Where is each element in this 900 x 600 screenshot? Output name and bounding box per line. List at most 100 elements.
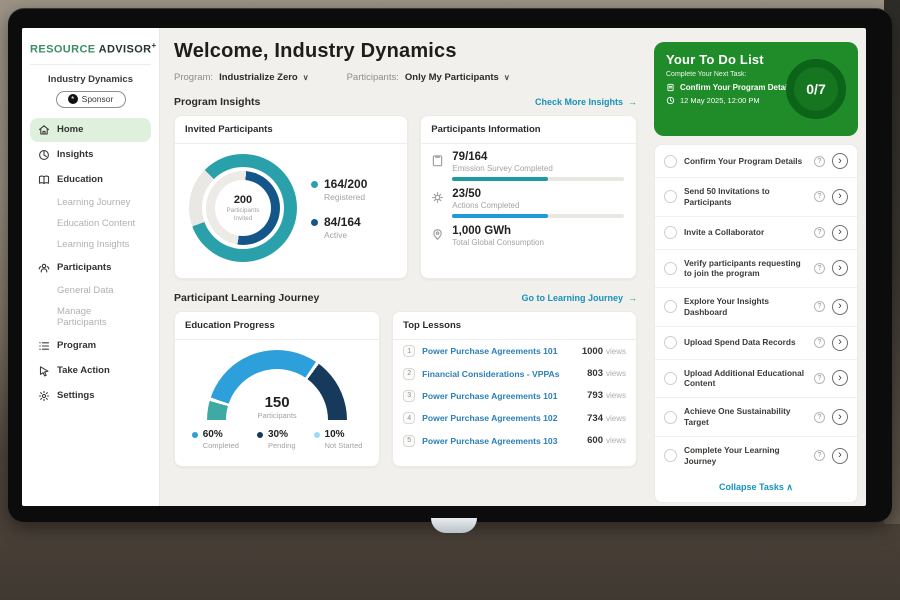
sponsor-badge[interactable]: * Sponsor	[56, 91, 126, 108]
learning-journey-heading: Participant Learning Journey	[174, 292, 319, 304]
clock-icon	[666, 96, 675, 105]
background-desk	[0, 524, 900, 600]
legend-dot	[192, 432, 198, 438]
legend-active: 84/164Active	[311, 215, 367, 240]
logo-plus: +	[152, 41, 157, 50]
list-icon	[38, 340, 50, 352]
help-icon[interactable]: ?	[814, 301, 825, 312]
task-row[interactable]: Verify participants requesting to join t…	[655, 250, 857, 289]
task-list: Confirm Your Program Details ? › Send 50…	[654, 144, 858, 503]
chevron-right-button[interactable]: ›	[832, 335, 848, 351]
lesson-link[interactable]: Financial Considerations - VPPAs	[422, 369, 580, 379]
task-row[interactable]: Achieve One Sustainability Target ? ›	[655, 398, 857, 437]
home-icon	[38, 124, 50, 136]
chevron-down-icon: ∨	[504, 73, 510, 82]
sidebar-item-insights[interactable]: Insights	[30, 143, 151, 167]
org-name: Industry Dynamics	[30, 74, 151, 85]
lesson-link[interactable]: Power Purchase Agreements 101	[422, 391, 580, 401]
help-icon[interactable]: ?	[814, 263, 825, 274]
sidebar-item-learning-insights[interactable]: Learning Insights	[30, 235, 151, 255]
lesson-row: 5 Power Purchase Agreements 103 600views	[393, 430, 636, 452]
task-row[interactable]: Send 50 Invitations to Participants ? ›	[655, 178, 857, 217]
sidebar-item-education[interactable]: Education	[30, 168, 151, 192]
task-row[interactable]: Invite a Collaborator ? ›	[655, 217, 857, 250]
chevron-right-button[interactable]: ›	[832, 409, 848, 425]
program-insights-heading: Program Insights	[174, 96, 260, 108]
lesson-link[interactable]: Power Purchase Agreements 101	[422, 346, 575, 356]
sidebar-item-learning-journey[interactable]: Learning Journey	[30, 193, 151, 213]
sidebar-item-education-content[interactable]: Education Content	[30, 214, 151, 234]
monitor-screen: RESOURCE ADVISOR+ Industry Dynamics * Sp…	[22, 28, 866, 506]
progress-bar	[452, 177, 624, 181]
task-row[interactable]: Confirm Your Program Details ? ›	[655, 145, 857, 178]
stat-emission-survey: 79/164 Emission Survey Completed	[431, 151, 624, 181]
go-to-learning-journey-link[interactable]: Go to Learning Journey →	[521, 293, 637, 303]
lesson-rank: 4	[403, 412, 415, 424]
chevron-right-button[interactable]: ›	[832, 225, 848, 241]
education-progress-title: Education Progress	[175, 312, 379, 340]
legend-dot	[257, 432, 263, 438]
lesson-row: 2 Financial Considerations - VPPAs 803vi…	[393, 362, 636, 384]
participants-information-title: Participants Information	[421, 116, 636, 144]
help-icon[interactable]: ?	[814, 450, 825, 461]
chevron-right-button[interactable]: ›	[832, 370, 848, 386]
chevron-right-button[interactable]: ›	[832, 153, 848, 169]
legend-dot	[311, 219, 318, 226]
task-row[interactable]: Complete Your Learning Journey ? ›	[655, 437, 857, 475]
lesson-link[interactable]: Power Purchase Agreements 102	[422, 413, 580, 423]
chevron-right-button[interactable]: ›	[832, 260, 848, 276]
invited-donut-chart: 200 Participants Invited	[189, 154, 297, 262]
chevron-right-button[interactable]: ›	[832, 448, 848, 464]
program-select[interactable]: Industrialize Zero ∨	[219, 72, 309, 83]
sidebar-item-settings[interactable]: Settings	[30, 384, 151, 408]
help-icon[interactable]: ?	[814, 156, 825, 167]
sidebar-item-home[interactable]: Home	[30, 118, 151, 142]
task-checkbox[interactable]	[664, 411, 677, 424]
task-checkbox[interactable]	[664, 262, 677, 275]
education-progress-card: Education Progress 150 Participants	[174, 311, 380, 467]
program-filter-label: Program:	[174, 72, 213, 83]
invited-participants-card: Invited Participants 200 Participants In…	[174, 115, 408, 279]
help-icon[interactable]: ?	[814, 373, 825, 384]
participants-information-card: Participants Information 79/164 Emission…	[420, 115, 637, 279]
task-checkbox[interactable]	[664, 155, 677, 168]
task-checkbox[interactable]	[664, 300, 677, 313]
help-icon[interactable]: ?	[814, 227, 825, 238]
sidebar-item-program[interactable]: Program	[30, 334, 151, 358]
chevron-right-button[interactable]: ›	[832, 299, 848, 315]
lesson-row: 1 Power Purchase Agreements 101 1000view…	[393, 340, 636, 362]
lesson-link[interactable]: Power Purchase Agreements 103	[422, 436, 580, 446]
task-checkbox[interactable]	[664, 226, 677, 239]
arrow-right-icon: →	[628, 293, 637, 303]
progress-bar	[452, 214, 624, 218]
gear-icon	[38, 390, 50, 402]
task-checkbox[interactable]	[664, 336, 677, 349]
help-icon[interactable]: ?	[814, 191, 825, 202]
sidebar-item-take-action[interactable]: Take Action	[30, 359, 151, 383]
task-row[interactable]: Explore Your Insights Dashboard ? ›	[655, 288, 857, 327]
task-checkbox[interactable]	[664, 372, 677, 385]
clipboard-icon	[431, 154, 444, 167]
filter-bar: Program: Industrialize Zero ∨ Participan…	[174, 72, 637, 83]
check-more-insights-link[interactable]: Check More Insights →	[535, 97, 637, 107]
background-photo: RESOURCE ADVISOR+ Industry Dynamics * Sp…	[0, 0, 900, 600]
todo-progress-ring: 0/7	[786, 59, 846, 119]
invited-participants-title: Invited Participants	[175, 116, 407, 144]
chevron-right-button[interactable]: ›	[832, 189, 848, 205]
app-logo: RESOURCE ADVISOR+	[30, 38, 151, 65]
actions-icon	[431, 191, 444, 204]
help-icon[interactable]: ?	[814, 412, 825, 423]
legend-registered: 164/200Registered	[311, 177, 367, 202]
participants-select[interactable]: Only My Participants ∨	[405, 72, 510, 83]
sidebar-item-participants[interactable]: Participants	[30, 256, 151, 280]
task-checkbox[interactable]	[664, 449, 677, 462]
task-row[interactable]: Upload Additional Educational Content ? …	[655, 360, 857, 399]
collapse-tasks-link[interactable]: Collapse Tasks ∧	[655, 474, 857, 502]
collapse-caret-icon: ∧	[786, 482, 793, 492]
sidebar-item-general-data[interactable]: General Data	[30, 281, 151, 301]
sidebar-item-manage-participants[interactable]: Manage Participants	[30, 302, 151, 333]
task-row[interactable]: Upload Spend Data Records ? ›	[655, 327, 857, 360]
arrow-right-icon: →	[628, 97, 637, 107]
task-checkbox[interactable]	[664, 190, 677, 203]
help-icon[interactable]: ?	[814, 337, 825, 348]
